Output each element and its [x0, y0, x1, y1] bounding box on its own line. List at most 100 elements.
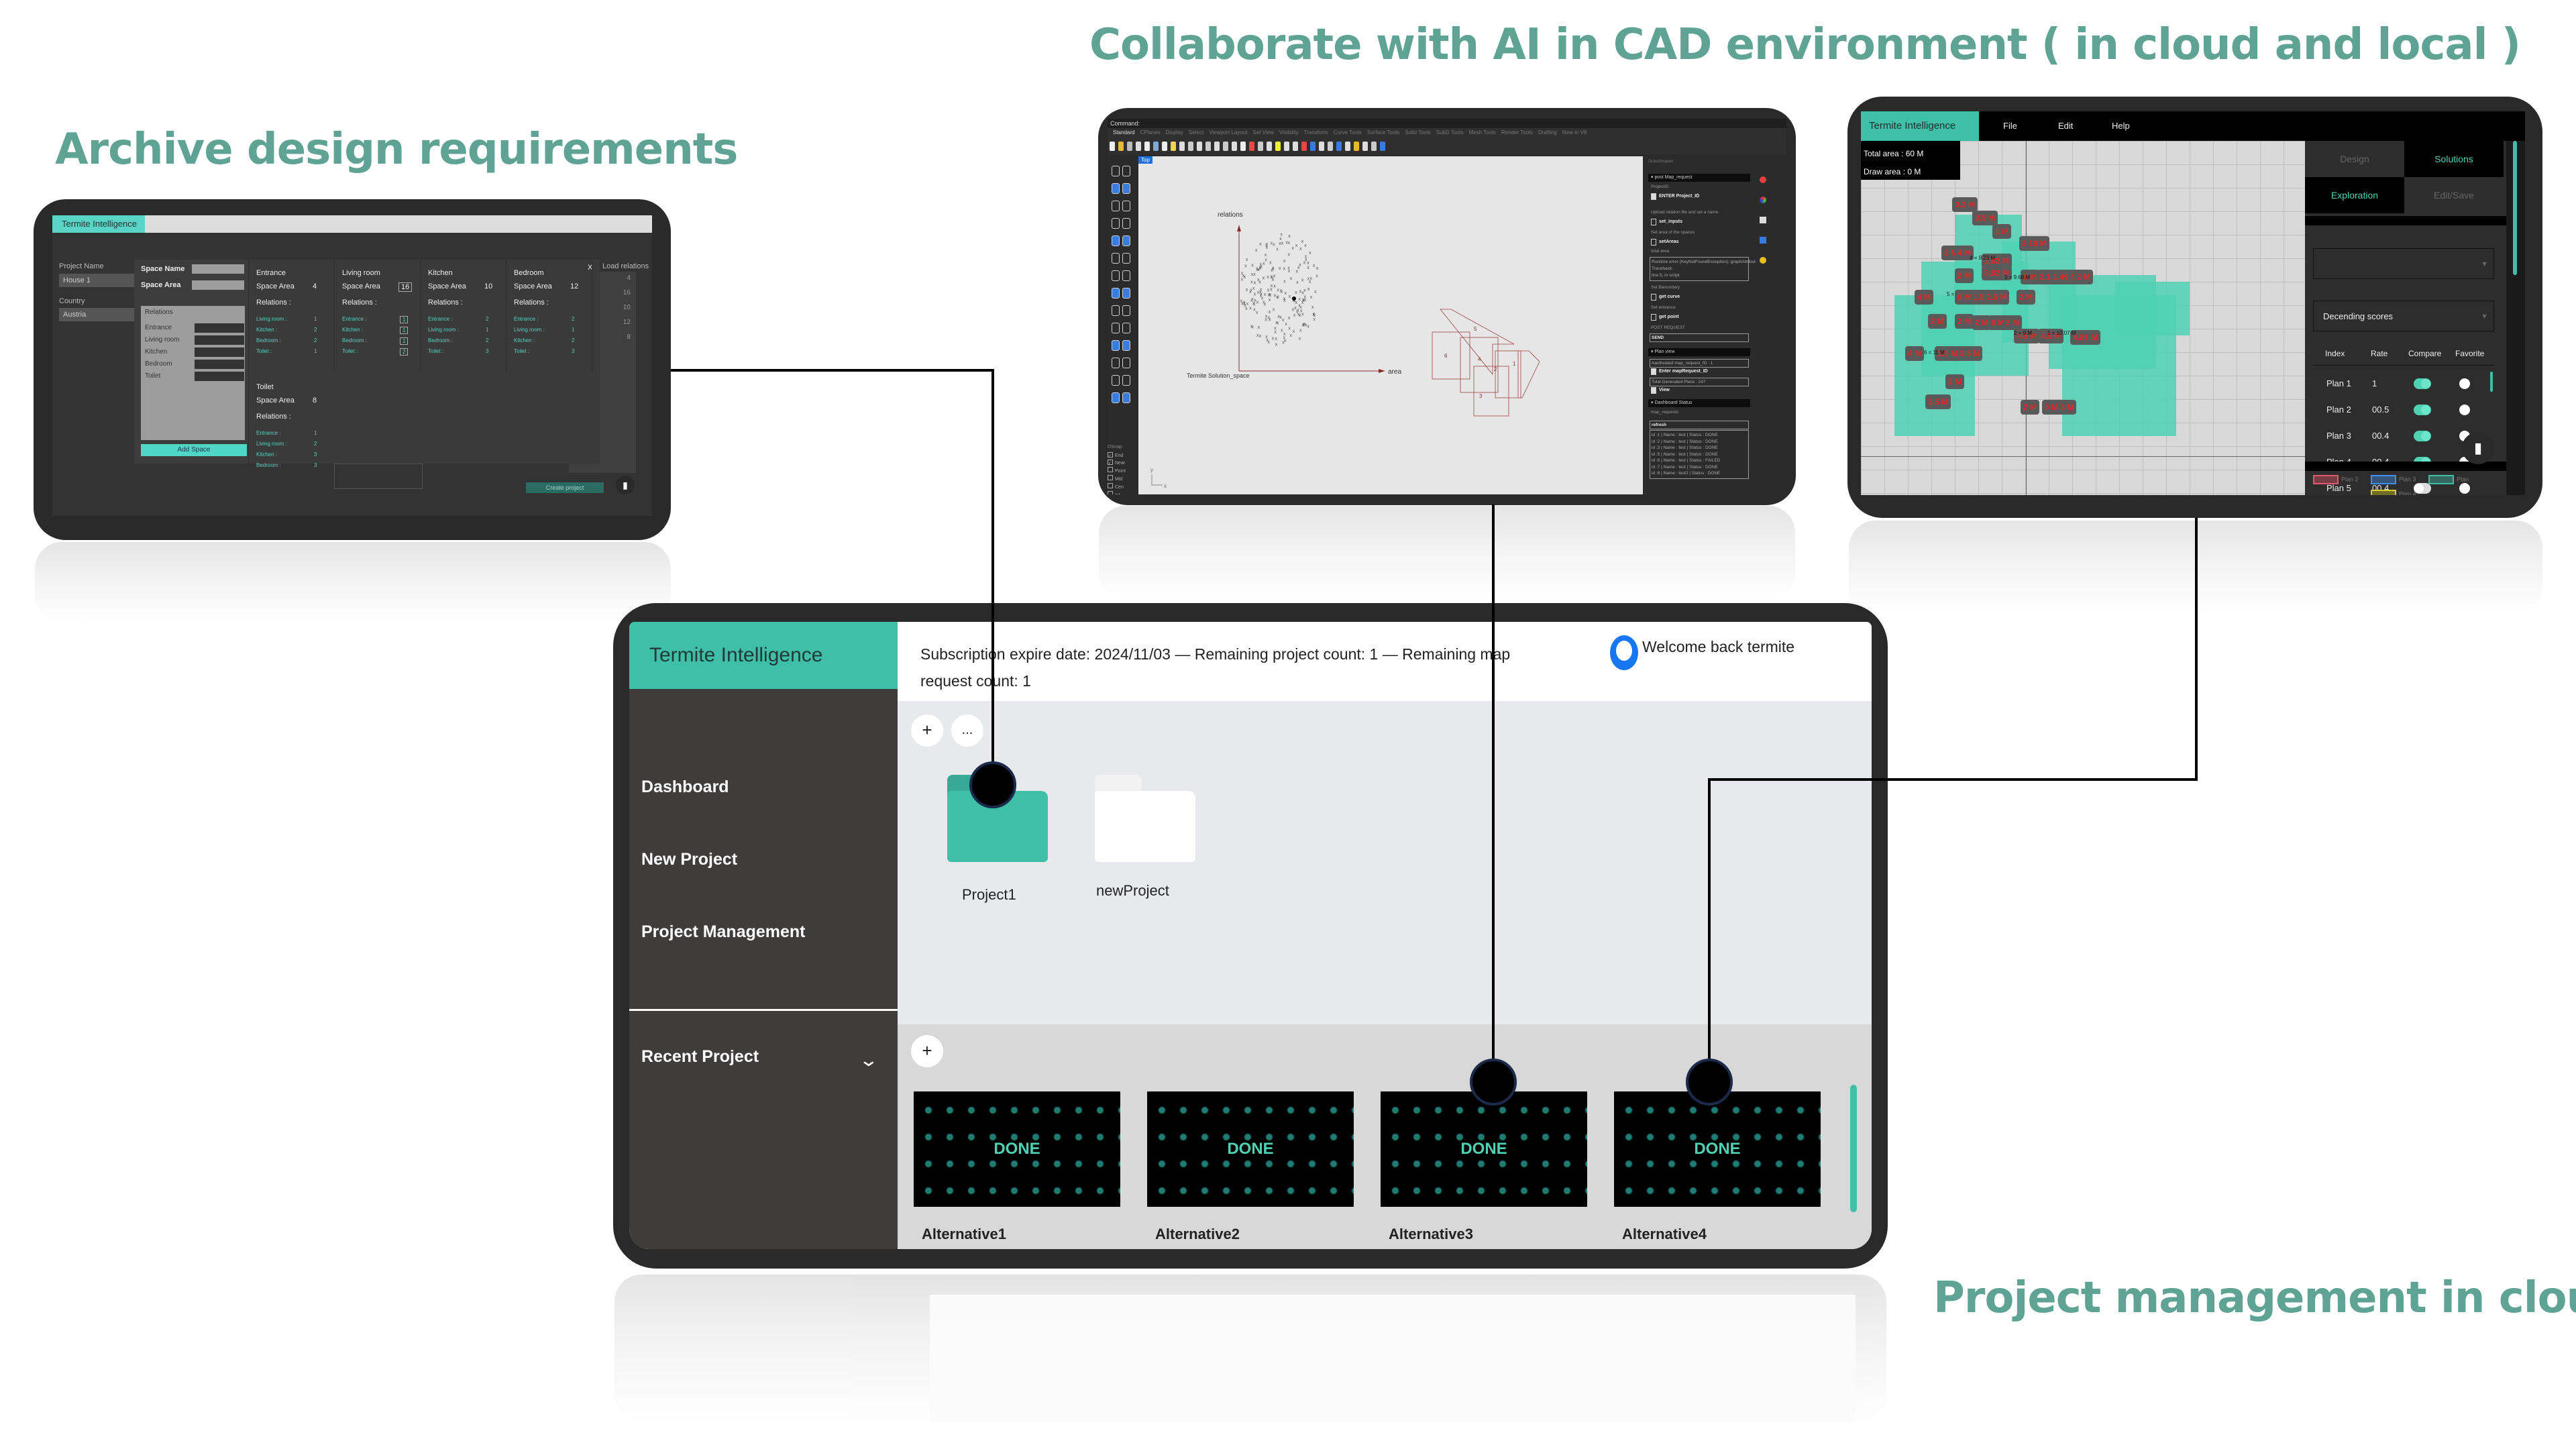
toolbar-tool-icon[interactable]: [1328, 142, 1333, 151]
dimension-tag[interactable]: 0 M 1.5 2.5 M: [1955, 290, 2010, 305]
folder-label[interactable]: Project1: [962, 886, 1016, 904]
dimension-tag[interactable]: 2 M: [2021, 400, 2040, 415]
enter-project-id-button[interactable]: ENTER Project_ID: [1659, 194, 1699, 199]
tab-design[interactable]: Design: [2305, 141, 2404, 177]
favorite-radio[interactable]: [2459, 405, 2470, 415]
toolbar-tool-icon[interactable]: [1110, 142, 1115, 151]
toolbar-tool-icon[interactable]: [1371, 142, 1377, 151]
section-post-map-request[interactable]: ▾ post Map_request: [1648, 174, 1750, 182]
chat-icon[interactable]: ▮: [616, 476, 635, 494]
dimension-tag[interactable]: 2 M: [1955, 314, 1974, 329]
project-name-input[interactable]: House 1: [59, 274, 134, 287]
dimension-tag[interactable]: 2 M: [2074, 270, 2094, 284]
dimension-tag[interactable]: 2 M: [1955, 268, 1974, 283]
nav-dashboard[interactable]: Dashboard: [641, 777, 729, 797]
tool-icon[interactable]: [1112, 305, 1120, 316]
cad-tab[interactable]: Set View: [1252, 128, 1273, 138]
tool-icon[interactable]: [1112, 166, 1120, 176]
toolbar-tool-icon[interactable]: [1197, 142, 1202, 151]
checkbox[interactable]: [1651, 219, 1656, 225]
tool-icon[interactable]: [1112, 340, 1120, 351]
plan-room-area[interactable]: [2116, 282, 2190, 335]
tool-icon[interactable]: [1122, 288, 1130, 299]
dimension-tag[interactable]: 2 M: [1945, 374, 1965, 389]
toolbar-tool-icon[interactable]: [1293, 142, 1298, 151]
space-name-input[interactable]: [192, 264, 244, 274]
relation-weight[interactable]: 1: [400, 327, 409, 334]
tool-icon[interactable]: [1122, 218, 1130, 229]
checkbox[interactable]: [1651, 368, 1656, 375]
osnap-item[interactable]: Point: [1108, 467, 1130, 475]
nav-new-project[interactable]: New Project: [641, 850, 737, 869]
tool-icon[interactable]: [1112, 235, 1120, 246]
alternative-thumbnail[interactable]: DONE: [1381, 1091, 1587, 1207]
toolbar-tool-icon[interactable]: [1205, 142, 1211, 151]
toolbar-tool-icon[interactable]: [1188, 142, 1193, 151]
toolbar-tool-icon[interactable]: [1284, 142, 1289, 151]
rhino-icon[interactable]: [1760, 176, 1766, 183]
alternative-name[interactable]: Alternative2: [1155, 1226, 1240, 1243]
tool-icon[interactable]: [1122, 166, 1130, 176]
toolbar-tool-icon[interactable]: [1136, 142, 1141, 151]
checkbox[interactable]: [1651, 294, 1656, 301]
set-areas-button[interactable]: setAreas: [1659, 239, 1679, 244]
sort-dropdown[interactable]: Decending scores ▼: [2313, 301, 2494, 331]
checkbox[interactable]: [1108, 483, 1113, 488]
toolbar-tool-icon[interactable]: [1380, 142, 1385, 151]
cad-tab[interactable]: Surface Tools: [1367, 128, 1399, 138]
cad-tab[interactable]: Render Tools: [1501, 128, 1533, 138]
cad-tab[interactable]: Display: [1166, 128, 1183, 138]
toolbar-tool-icon[interactable]: [1275, 142, 1281, 151]
checkbox[interactable]: ✓: [1108, 460, 1113, 466]
refresh-button[interactable]: refresh: [1650, 421, 1749, 429]
enter-map-request-id-button[interactable]: Enter mapRequest_ID: [1659, 369, 1708, 374]
toolbar-tool-icon[interactable]: [1127, 142, 1132, 151]
toolbar-tool-icon[interactable]: [1171, 142, 1176, 151]
cad-viewport-top[interactable]: Top xxxxxxxxxxxxxxxxxxxxxxxxxxxxxxxxxxxx…: [1138, 156, 1643, 494]
sidebar-scrollbar[interactable]: [2513, 141, 2517, 275]
space-area-value[interactable]: 16: [398, 282, 413, 292]
cad-tab[interactable]: Drafting: [1538, 128, 1557, 138]
tool-icon[interactable]: [1112, 323, 1120, 333]
tool-icon[interactable]: [1112, 392, 1120, 403]
tool-icon[interactable]: [1122, 323, 1130, 333]
tool-icon[interactable]: [1122, 253, 1130, 264]
toolbar-tool-icon[interactable]: [1267, 142, 1272, 151]
relation-weight[interactable]: 1: [400, 316, 409, 323]
table-scrollbar[interactable]: [2490, 372, 2493, 392]
section-plan-view[interactable]: ▾ Plan view: [1648, 348, 1750, 356]
add-project-button[interactable]: +: [911, 714, 943, 747]
tool-icon[interactable]: [1112, 183, 1120, 194]
plan-dropdown[interactable]: ▼: [2313, 248, 2494, 279]
checkbox[interactable]: [1108, 475, 1113, 480]
tool-icon[interactable]: [1112, 201, 1120, 211]
create-project-button[interactable]: Create project: [526, 482, 604, 493]
tab-solutions[interactable]: Solutions: [2404, 141, 2504, 177]
toolbar-tool-icon[interactable]: [1240, 142, 1246, 151]
compare-toggle[interactable]: [2414, 431, 2431, 441]
get-point-button[interactable]: get point: [1659, 315, 1679, 319]
dimension-tag[interactable]: 1 M: [1992, 224, 2012, 239]
tool-icon[interactable]: [1112, 375, 1120, 386]
checkbox[interactable]: [1108, 467, 1113, 472]
tool-icon[interactable]: [1122, 340, 1130, 351]
tool-icon[interactable]: [1122, 183, 1130, 194]
toolbar-tool-icon[interactable]: [1345, 142, 1350, 151]
get-curve-button[interactable]: get curve: [1659, 294, 1680, 299]
toolbar-tool-icon[interactable]: [1354, 142, 1359, 151]
dimension-tag[interactable]: 4 M: [1915, 290, 1934, 305]
cad-tab[interactable]: New in V8: [1562, 128, 1587, 138]
dimension-tag[interactable]: 4 M: [1905, 346, 1925, 361]
table-row[interactable]: Plan 2 00.5: [2305, 398, 2500, 424]
toolbar-tool-icon[interactable]: [1336, 142, 1342, 151]
toolbar-tool-icon[interactable]: [1144, 142, 1150, 151]
set-inputs-button[interactable]: set_inputs: [1659, 219, 1682, 224]
recent-scrollbar[interactable]: [1850, 1085, 1857, 1212]
checkbox[interactable]: [1651, 193, 1656, 200]
checkbox[interactable]: [1651, 314, 1656, 321]
tool-icon[interactable]: [1112, 218, 1120, 229]
view-button[interactable]: View: [1659, 388, 1670, 392]
tab-edit-save[interactable]: Edit/Save: [2404, 177, 2504, 213]
layer-icon[interactable]: [1760, 217, 1766, 223]
relation-weight[interactable]: 1: [400, 337, 409, 345]
